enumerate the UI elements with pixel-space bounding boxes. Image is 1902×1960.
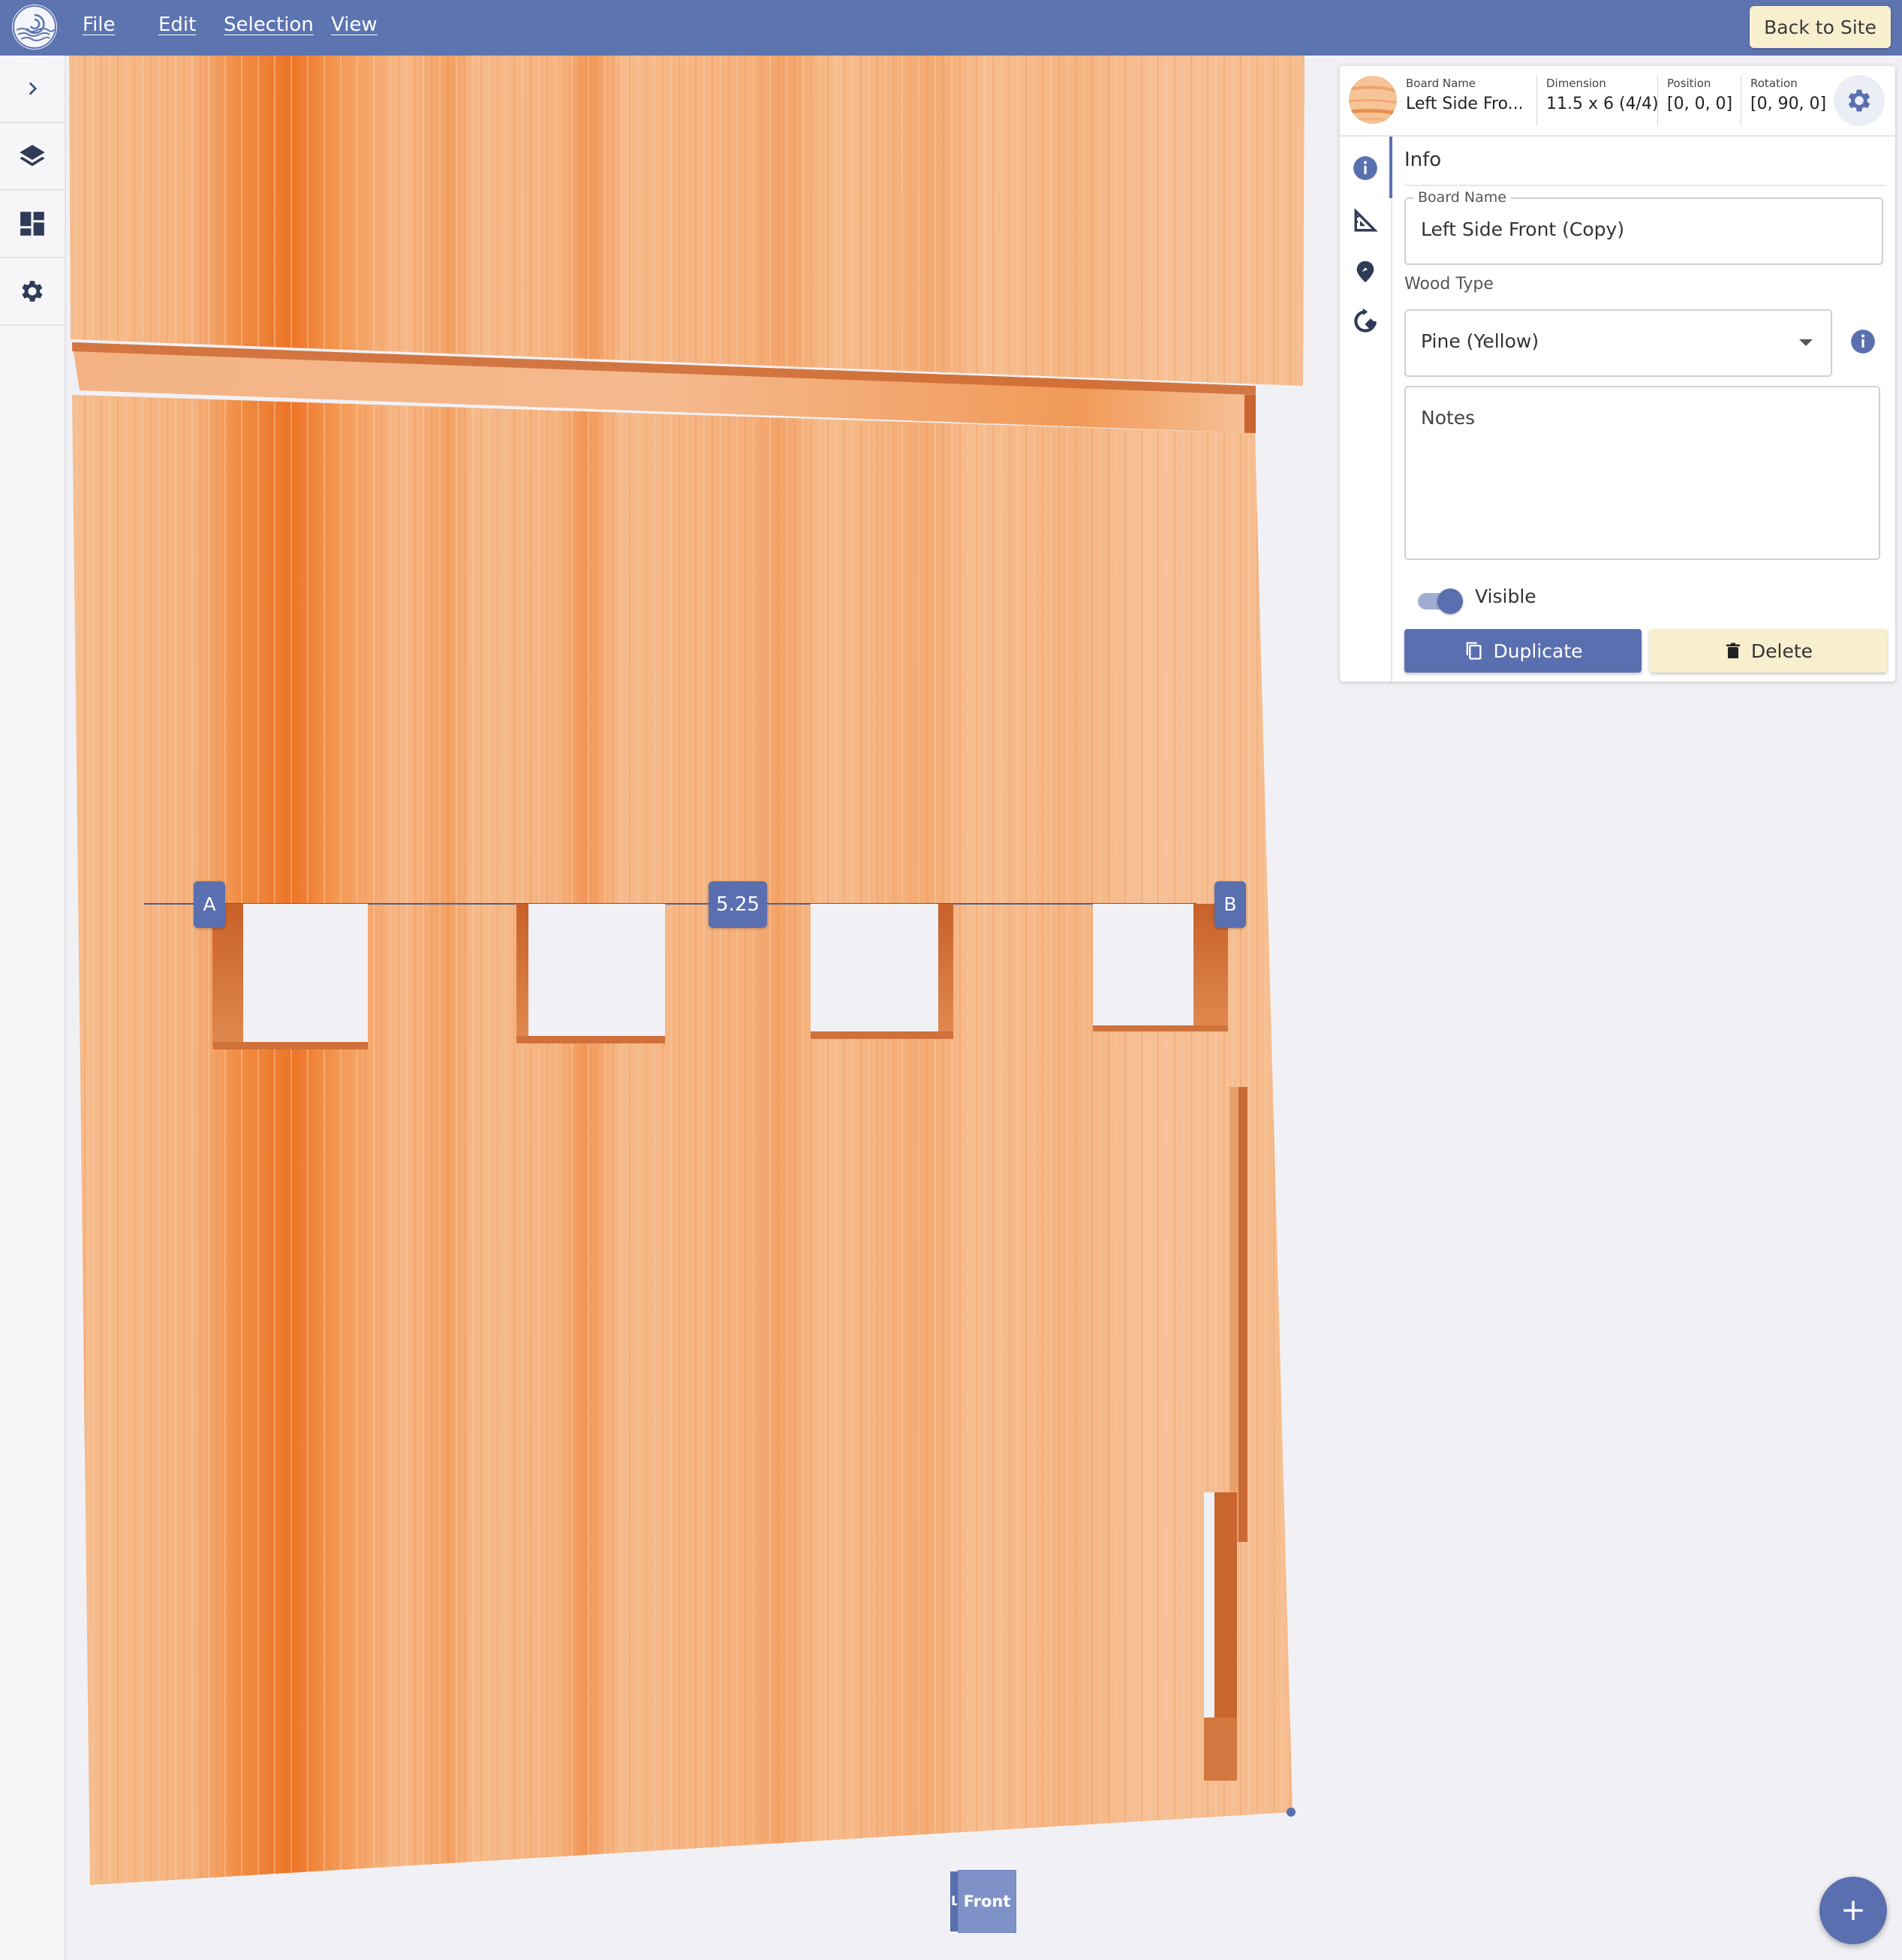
menu-selection[interactable]: Selection <box>224 14 314 36</box>
tab-position[interactable] <box>1350 257 1380 287</box>
tab-info[interactable] <box>1350 153 1380 183</box>
view-cube-front[interactable]: Front <box>958 1870 1016 1933</box>
wood-type-value: Pine (Yellow) <box>1421 330 1539 352</box>
map-pin-icon <box>1356 260 1374 283</box>
duplicate-label: Duplicate <box>1493 640 1583 662</box>
measure-point-b[interactable]: B <box>1214 881 1246 928</box>
menu-file[interactable]: File <box>83 14 116 36</box>
board-name-input[interactable] <box>1421 218 1864 240</box>
header-dimension: Dimension 11.5 x 6 (4/4) <box>1546 77 1659 113</box>
dashboard-icon <box>20 212 44 236</box>
add-board-button[interactable] <box>1819 1877 1887 1944</box>
gear-icon <box>22 281 43 302</box>
wood-type-label: Wood Type <box>1404 275 1494 294</box>
expand-sidebar-button[interactable] <box>0 56 65 123</box>
trash-icon <box>1726 643 1740 658</box>
rotate-icon <box>1354 308 1377 333</box>
board-render <box>69 56 1305 1885</box>
menu-edit[interactable]: Edit <box>158 14 196 36</box>
header-divider <box>1536 75 1537 126</box>
header-board-name: Board Name Left Side Fro... <box>1406 77 1524 113</box>
back-to-site-button[interactable]: Back to Site <box>1750 6 1891 48</box>
wood-type-select[interactable]: Pine (Yellow) <box>1404 309 1832 377</box>
dashboard-button[interactable] <box>0 191 65 258</box>
plus-icon <box>1843 1901 1863 1920</box>
view-cube-side-label: Left <box>951 1894 957 1909</box>
panel-settings-button[interactable] <box>1834 75 1885 126</box>
properties-panel: Board Name Left Side Fro... Dimension 11… <box>1340 66 1895 682</box>
chevron-right-icon <box>29 82 38 95</box>
toggle-knob <box>1437 589 1463 614</box>
measure-dimension-label: 5.25 <box>709 881 767 928</box>
dropdown-caret-icon <box>1799 339 1813 346</box>
header-rotation: Rotation [0, 90, 0] <box>1750 77 1827 113</box>
app-logo-icon[interactable] <box>12 5 57 50</box>
3d-viewport[interactable]: A 5.25 B Left Front <box>66 56 1336 1960</box>
board-name-field[interactable]: Board Name <box>1404 189 1883 265</box>
info-icon <box>1851 330 1875 354</box>
menu-view[interactable]: View <box>331 14 378 36</box>
section-title: Info <box>1404 149 1442 171</box>
settings-button[interactable] <box>0 258 65 326</box>
header-divider <box>1657 75 1658 126</box>
visible-label: Visible <box>1475 586 1536 607</box>
panel-header: Board Name Left Side Fro... Dimension 11… <box>1340 66 1895 137</box>
header-position: Position [0, 0, 0] <box>1667 77 1733 113</box>
notes-field[interactable] <box>1404 386 1880 560</box>
ruler-icon <box>1354 208 1378 232</box>
info-icon <box>1353 156 1377 180</box>
visible-toggle[interactable] <box>1418 586 1463 616</box>
view-cube[interactable]: Left Front <box>950 1870 1018 1933</box>
view-cube-side[interactable]: Left <box>950 1871 958 1931</box>
wood-swatch <box>1349 76 1397 124</box>
panel-tab-bar <box>1340 137 1392 682</box>
tab-dimensions[interactable] <box>1350 206 1380 236</box>
left-toolbar <box>0 56 66 1960</box>
layers-button[interactable] <box>0 123 65 191</box>
delete-button[interactable]: Delete <box>1650 629 1887 673</box>
active-tab-indicator <box>1389 137 1392 198</box>
tab-rotation[interactable] <box>1350 306 1380 336</box>
measure-point-a[interactable]: A <box>194 881 225 928</box>
layers-icon <box>20 145 45 167</box>
section-divider <box>1404 185 1885 186</box>
copy-icon <box>1467 642 1482 660</box>
delete-label: Delete <box>1750 640 1813 662</box>
duplicate-button[interactable]: Duplicate <box>1404 629 1642 673</box>
board-name-field-label: Board Name <box>1413 189 1511 206</box>
gear-icon <box>1848 89 1870 112</box>
wood-type-info-button[interactable] <box>1849 327 1877 356</box>
top-app-bar: File Edit Selection View Back to Site <box>0 0 1902 56</box>
